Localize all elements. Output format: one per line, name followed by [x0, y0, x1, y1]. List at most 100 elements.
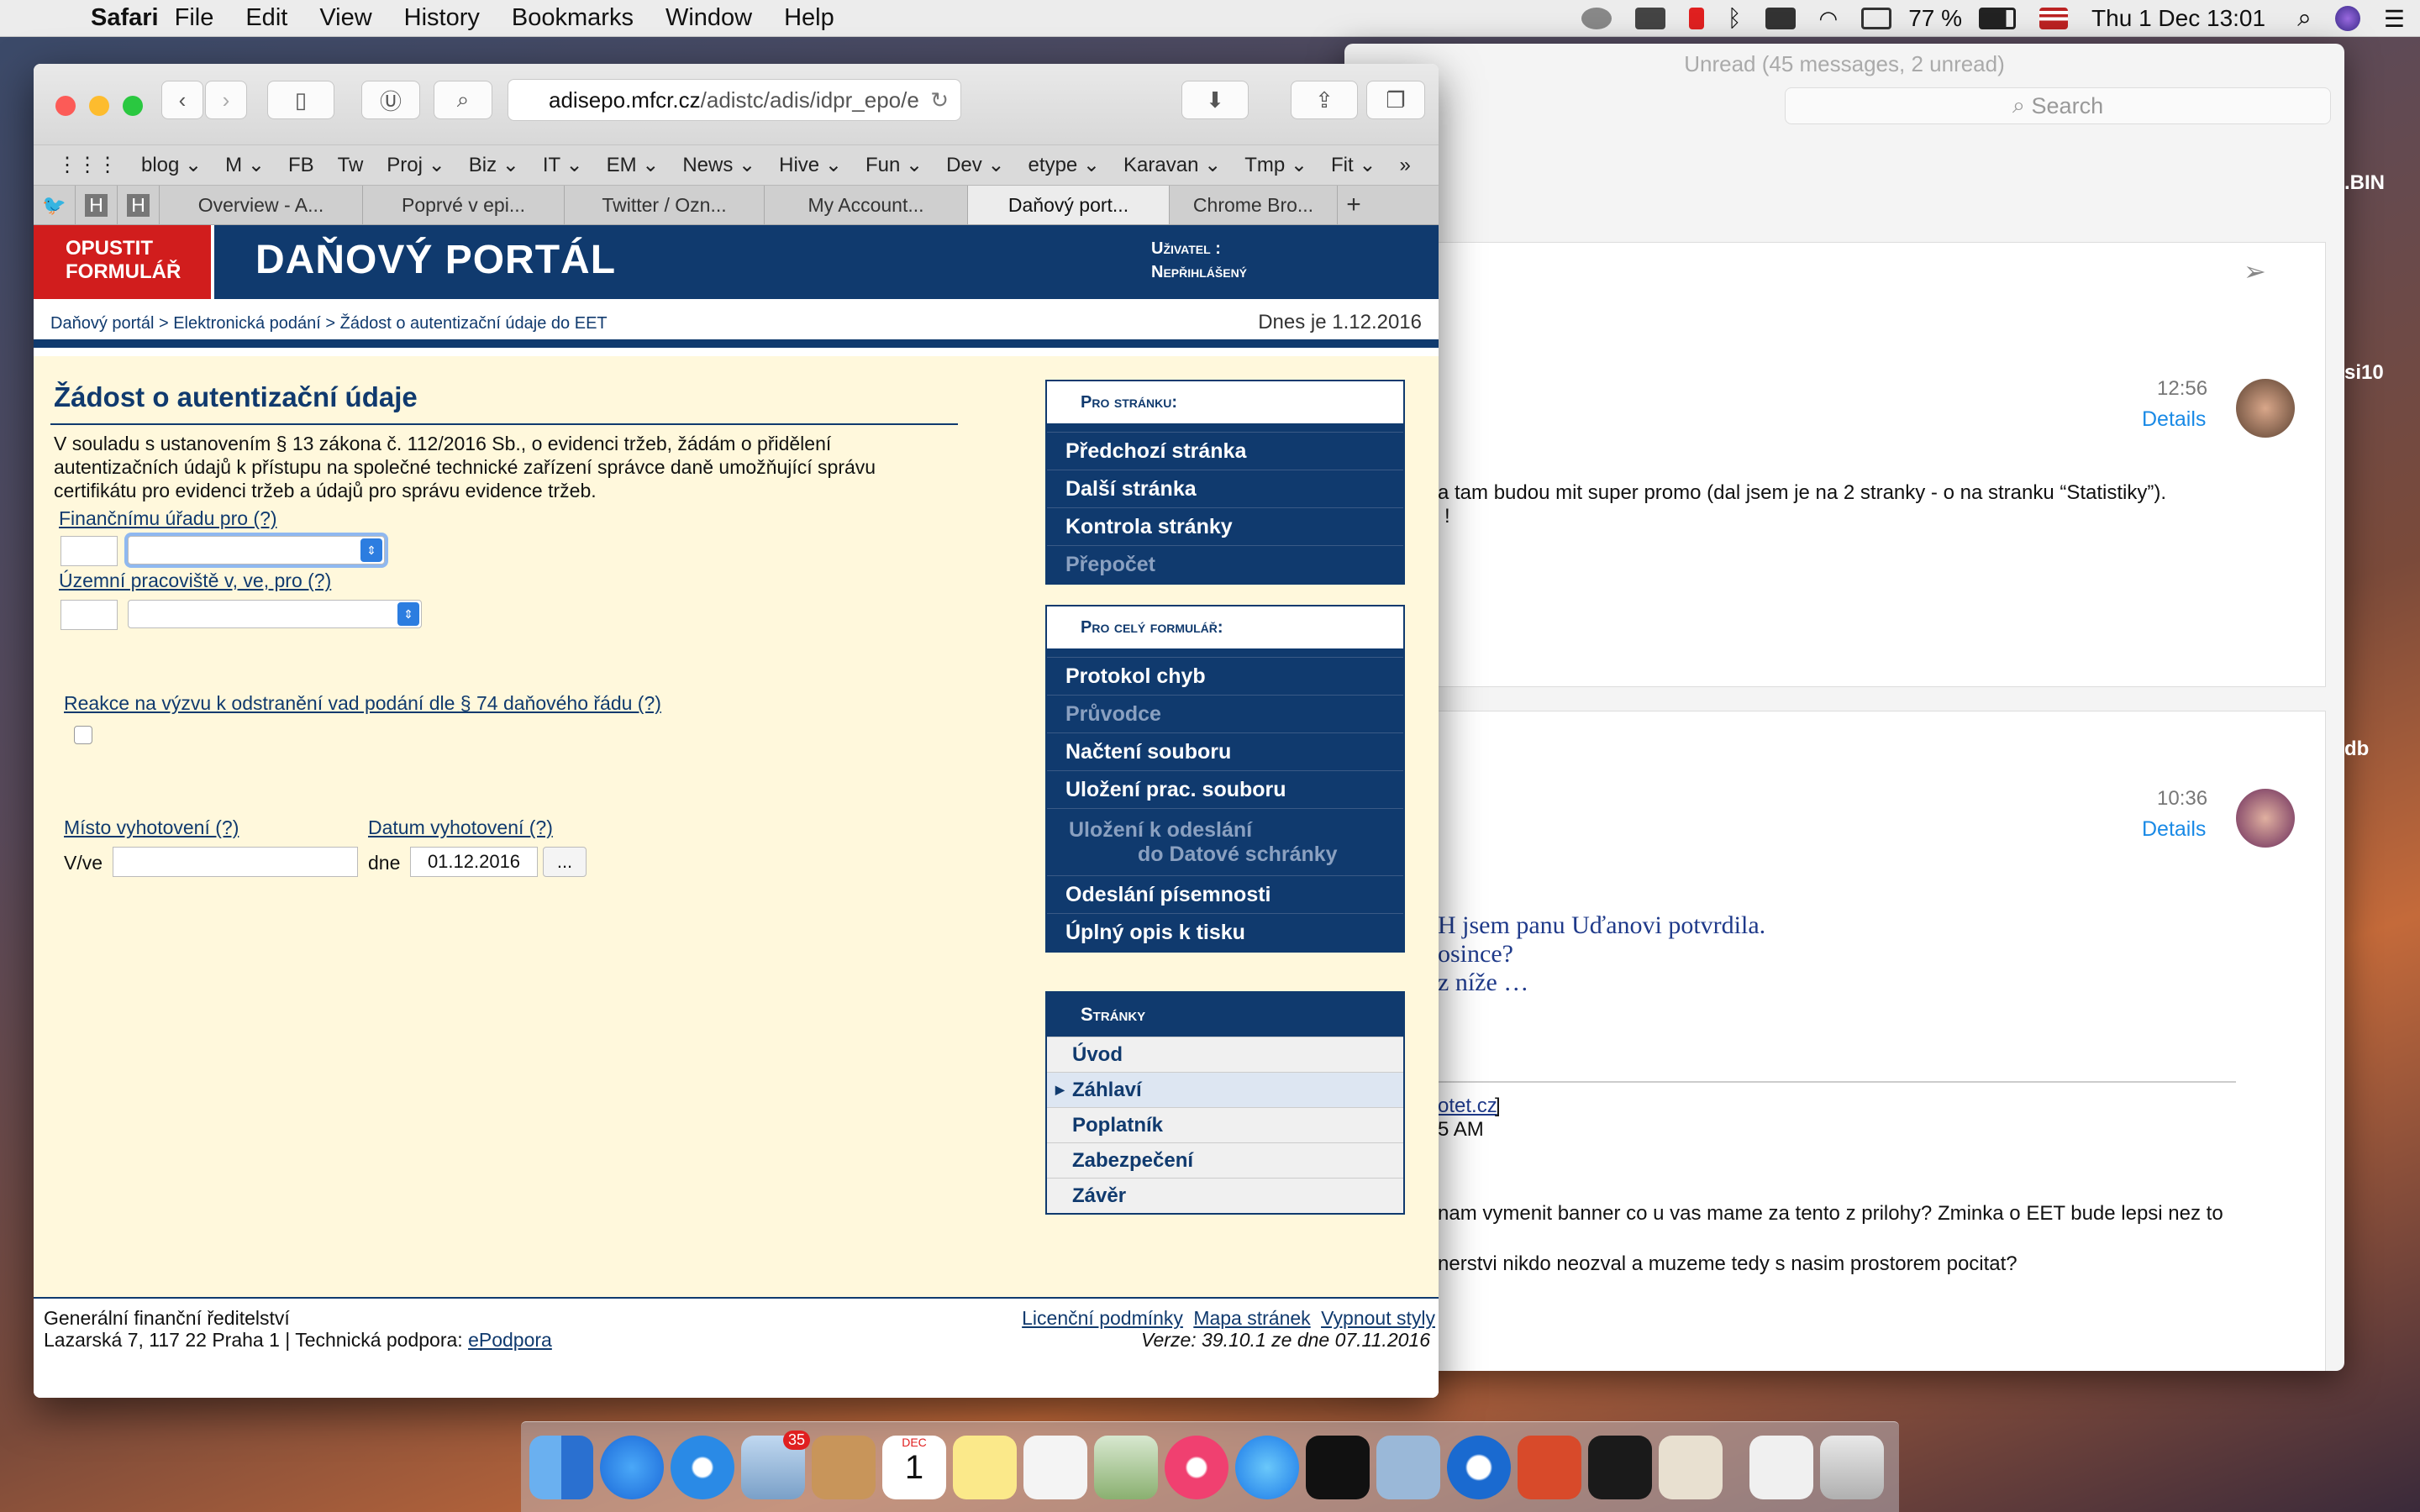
parallels-desktop-icon[interactable] — [1376, 1436, 1440, 1499]
email-link[interactable]: otet.cz — [1438, 1095, 1497, 1118]
up-label-link[interactable]: Územní pracoviště v, ve, pro (?) — [59, 570, 331, 592]
recalc-button[interactable]: Přepočet — [1047, 545, 1403, 583]
safari-icon[interactable] — [671, 1436, 734, 1499]
fav-blog[interactable]: blog ⌄ — [141, 153, 202, 177]
pinned-tab-twitter[interactable]: 🐦 — [34, 186, 76, 224]
check-page-button[interactable]: Kontrola stránky — [1047, 507, 1403, 545]
trash-icon[interactable] — [1820, 1436, 1884, 1499]
prev-page-button[interactable]: Předchozí stránka — [1047, 432, 1403, 470]
up-select[interactable]: ⇕ — [128, 600, 422, 628]
siri-icon[interactable] — [2334, 6, 2360, 31]
notification-center-icon[interactable]: ☰ — [2384, 5, 2405, 33]
misto-label-link[interactable]: Místo vyhotovení (?) — [64, 816, 239, 839]
menu-edit[interactable]: Edit — [245, 4, 287, 32]
fav-etype[interactable]: etype ⌄ — [1028, 153, 1101, 177]
fav-em[interactable]: EM ⌄ — [607, 153, 660, 177]
details-link[interactable]: Details — [2142, 407, 2206, 432]
menu-file[interactable]: File — [175, 4, 214, 32]
menu-help[interactable]: Help — [784, 4, 834, 32]
menu-app-name[interactable]: Safari — [91, 4, 159, 32]
close-button[interactable] — [55, 96, 76, 116]
more-favorites-icon[interactable]: » — [1399, 154, 1410, 177]
search-extension-button[interactable]: ⌕ — [434, 81, 492, 119]
parallels-icon[interactable] — [1688, 8, 1704, 29]
page-link-poplatnik[interactable]: Poplatník — [1047, 1107, 1403, 1142]
message-card-2[interactable]: 10:36 Details H jsem panu Uďanovi potvrd… — [1344, 711, 2326, 1371]
screen-sharing-icon[interactable] — [1518, 1436, 1581, 1499]
support-link[interactable]: ePodpora — [468, 1329, 552, 1351]
forward-button[interactable]: › — [205, 81, 247, 119]
dropbox-icon[interactable] — [1634, 8, 1665, 29]
share-button[interactable]: ⇪ — [1291, 81, 1358, 119]
page-link-zabezpeceni[interactable]: Zabezpečení — [1047, 1142, 1403, 1178]
up-code-input[interactable] — [60, 600, 118, 630]
downloads-stack-icon[interactable] — [1749, 1436, 1813, 1499]
spotlight-icon[interactable]: ⌕ — [2297, 4, 2312, 33]
back-button[interactable]: ‹ — [161, 81, 203, 119]
preview-icon[interactable] — [1094, 1436, 1158, 1499]
fav-it[interactable]: IT ⌄ — [543, 153, 583, 177]
license-link[interactable]: Licenční podmínky — [1022, 1307, 1183, 1329]
next-page-button[interactable]: Další stránka — [1047, 470, 1403, 507]
fav-fun[interactable]: Fun ⌄ — [865, 153, 923, 177]
clock[interactable]: Thu 1 Dec 13:01 — [2091, 5, 2265, 32]
airplay-icon[interactable] — [1861, 8, 1892, 29]
messages-icon[interactable] — [600, 1436, 664, 1499]
itunes-icon[interactable] — [1165, 1436, 1228, 1499]
save-work-file-button[interactable]: Uložení prac. souboru — [1047, 770, 1403, 808]
fav-fit[interactable]: Fit ⌄ — [1331, 153, 1376, 177]
misto-input[interactable] — [113, 847, 358, 877]
fav-proj[interactable]: Proj ⌄ — [387, 153, 445, 177]
fav-tmp[interactable]: Tmp ⌄ — [1244, 153, 1307, 177]
page-link-zahlavi[interactable]: ▶ Záhlaví — [1047, 1072, 1403, 1107]
breadcrumb[interactable]: Daňový portál > Elektronická podání > Žá… — [50, 314, 608, 333]
tab-chrome[interactable]: Chrome Bro... — [1170, 186, 1338, 224]
tabs-overview-button[interactable]: ❐ — [1366, 81, 1425, 119]
tab-twitter[interactable]: Twitter / Ozn... — [565, 186, 765, 224]
pinned-tab-h2[interactable]: H — [118, 186, 160, 224]
date-picker-button[interactable]: ... — [543, 847, 587, 877]
disable-styles-link[interactable]: Vypnout styly — [1321, 1307, 1435, 1329]
tab-my-account[interactable]: My Account... — [765, 186, 968, 224]
finder-icon[interactable] — [529, 1436, 593, 1499]
activity-monitor-icon[interactable] — [1306, 1436, 1370, 1499]
fu-code-input[interactable] — [60, 536, 118, 566]
message-card-1[interactable]: 12:56 Details a tam budou mit super prom… — [1344, 242, 2326, 687]
fav-karavan[interactable]: Karavan ⌄ — [1123, 153, 1221, 177]
sitemap-link[interactable]: Mapa stránek — [1193, 1307, 1310, 1329]
menu-history[interactable]: History — [404, 4, 480, 32]
guide-button[interactable]: Průvodce — [1047, 695, 1403, 732]
minimize-button[interactable] — [89, 96, 109, 116]
reload-icon[interactable]: ↻ — [930, 87, 949, 113]
submit-button[interactable]: Odeslání písemnosti — [1047, 875, 1403, 913]
page-link-uvod[interactable]: Úvod — [1047, 1037, 1403, 1072]
mail-search-field[interactable]: ⌕ Search — [1785, 87, 2331, 124]
app-store-icon[interactable] — [1235, 1436, 1299, 1499]
menu-bookmarks[interactable]: Bookmarks — [512, 4, 634, 32]
address-bar[interactable]: adisepo.mfcr.cz/adistc/adis/idpr_epo/e ↻ — [508, 79, 961, 121]
error-log-button[interactable]: Protokol chyb — [1047, 657, 1403, 695]
fav-biz[interactable]: Biz ⌄ — [469, 153, 519, 177]
status-app-icon[interactable] — [1581, 8, 1612, 29]
exit-form-button[interactable]: OPUSTIT FORMULÁŘ — [34, 225, 214, 299]
reminders-icon[interactable] — [1023, 1436, 1087, 1499]
sidebar-button[interactable]: ▯ — [267, 81, 334, 119]
memory-icon[interactable] — [1765, 8, 1796, 29]
terminal-icon[interactable] — [1588, 1436, 1652, 1499]
wifi-icon[interactable]: ◠ — [1819, 6, 1839, 32]
reakce-label-link[interactable]: Reakce na výzvu k odstranění vad podání … — [64, 692, 661, 715]
tab-danovy-portal[interactable]: Daňový port... — [968, 186, 1170, 224]
fav-news[interactable]: News ⌄ — [682, 153, 755, 177]
new-tab-button[interactable]: + — [1338, 186, 1370, 224]
page-link-zaver[interactable]: Závěr — [1047, 1178, 1403, 1213]
mail-icon[interactable]: 35 — [741, 1431, 810, 1499]
reakce-checkbox[interactable] — [74, 726, 92, 744]
extension-button[interactable]: Ⓤ — [361, 81, 420, 119]
menu-view[interactable]: View — [319, 4, 371, 32]
datum-label-link[interactable]: Datum vyhotovení (?) — [368, 816, 553, 839]
fav-fb[interactable]: FB — [288, 154, 314, 177]
battery-icon[interactable] — [1979, 8, 2017, 29]
fu-label-link[interactable]: Finančnímu úřadu pro (?) — [59, 507, 277, 530]
zoom-button[interactable] — [123, 96, 143, 116]
apps-grid-icon[interactable]: ⋮⋮⋮ — [57, 153, 118, 177]
